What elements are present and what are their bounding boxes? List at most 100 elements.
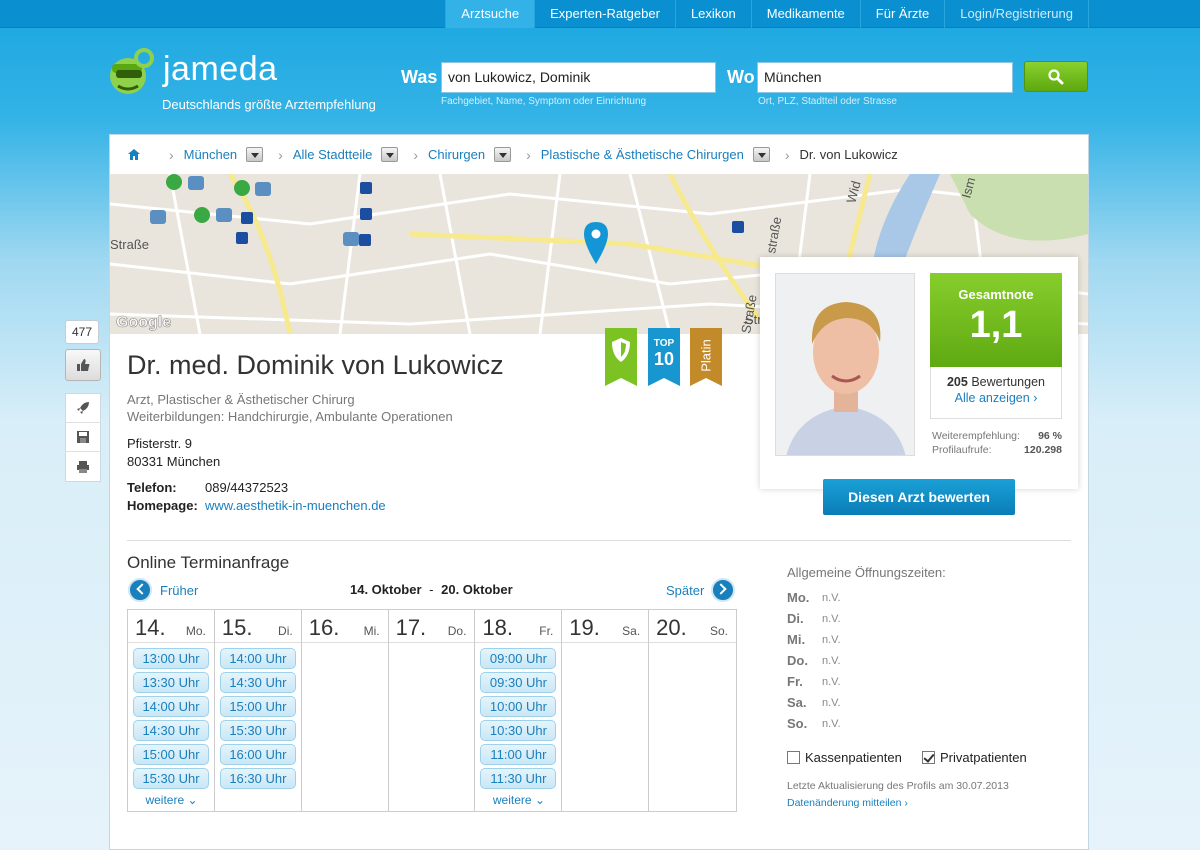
checkbox-box-checked[interactable] — [922, 751, 935, 764]
time-slot-button[interactable]: 13:30 Uhr — [133, 672, 209, 693]
weekday-label: Di. — [787, 611, 804, 626]
recommend-action[interactable] — [66, 394, 100, 423]
review-count: 205 — [946, 375, 968, 389]
print-icon — [77, 460, 89, 473]
nav-medikamente[interactable]: Medikamente — [750, 0, 860, 28]
print-action[interactable] — [66, 452, 100, 481]
dropdown-button[interactable] — [494, 147, 512, 162]
calendar-day-column: 18. Fr. 09:00 Uhr 09:30 Uhr 10:00 Uhr 10:30 U… — [475, 610, 563, 811]
nav-lexikon[interactable]: Lexikon — [674, 0, 751, 28]
report-change-link[interactable]: Datenänderung mitteilen › — [787, 797, 908, 809]
overall-grade: Gesamtnote 1,1 — [930, 273, 1062, 367]
time-slot-button[interactable]: 10:00 Uhr — [480, 696, 557, 717]
time-slot-button[interactable]: 11:00 Uhr — [480, 744, 557, 765]
phone-number[interactable]: 089/44372523 — [205, 480, 288, 495]
opening-hours-row: Fr. n.V. — [787, 674, 841, 689]
time-slot-button[interactable]: 14:30 Uhr — [219, 672, 296, 693]
breadcrumb-stadtteile[interactable]: Alle Stadtteile — [293, 147, 373, 162]
more-slots-link[interactable]: weitere ⌄ — [475, 793, 562, 807]
logo[interactable]: jameda Deutschlands größte Arztempfehlun… — [108, 44, 398, 116]
wo-input[interactable]: München — [757, 62, 1013, 93]
time-slot-button[interactable]: 09:30 Uhr — [480, 672, 557, 693]
time-slot-button[interactable]: 11:30 Uhr — [480, 768, 557, 789]
dropdown-button[interactable] — [381, 147, 399, 162]
more-slots-link[interactable]: weitere ⌄ — [128, 793, 215, 807]
chevron-right-icon: › — [784, 146, 790, 163]
day-number: 16. — [308, 615, 340, 640]
breadcrumb-plastische[interactable]: Plastische & Ästhetische Chirurgen — [541, 147, 744, 162]
rate-doctor-button[interactable]: Diesen Arzt bewerten — [823, 479, 1015, 515]
thumbs-up-icon — [77, 359, 90, 371]
breadcrumb-muenchen[interactable]: München — [184, 147, 237, 162]
opening-hours-row: Do. n.V. — [787, 653, 841, 668]
breadcrumb-chirurgen[interactable]: Chirurgen — [428, 147, 485, 162]
wo-hint: Ort, PLZ, Stadtteil oder Strasse — [758, 96, 897, 107]
doctor-specialty: Arzt, Plastischer & Ästhetischer Chirurg — [127, 392, 355, 407]
was-label: Was — [401, 67, 438, 87]
time-slot-button[interactable]: 14:30 Uhr — [133, 720, 209, 741]
day-number: 19. — [569, 615, 600, 640]
chevron-right-icon: › — [526, 146, 531, 163]
home-icon[interactable] — [128, 149, 140, 160]
next-week-button[interactable] — [711, 578, 735, 602]
homepage-link[interactable]: www.aesthetik-in-muenchen.de — [205, 498, 386, 513]
show-all-reviews-link[interactable]: Alle anzeigen › — [931, 391, 1061, 405]
nav-experten-ratgeber[interactable]: Experten-Ratgeber — [534, 0, 675, 28]
later-link[interactable]: Später — [666, 583, 704, 598]
time-slot-button[interactable]: 15:30 Uhr — [219, 720, 296, 741]
day-weekday: So. — [710, 624, 729, 638]
time-slot-button[interactable]: 09:00 Uhr — [480, 648, 557, 669]
address-street: Pfisterstr. 9 — [127, 436, 193, 451]
nav-login[interactable]: Login/Registrierung — [944, 0, 1089, 28]
day-number: 18. — [482, 615, 514, 640]
time-slot-button[interactable]: 10:30 Uhr — [480, 720, 557, 741]
weekday-label: Sa. — [787, 695, 807, 710]
previous-week-button[interactable] — [128, 578, 152, 602]
time-slot-button[interactable]: 14:00 Uhr — [219, 648, 296, 669]
last-updated: Letzte Aktualisierung des Profils am 30.… — [787, 780, 1009, 792]
more-slots-label: weitere — [145, 793, 185, 807]
time-slot-button[interactable]: 13:00 Uhr — [133, 648, 209, 669]
time-slot-button[interactable]: 16:00 Uhr — [219, 744, 296, 765]
dropdown-button[interactable] — [752, 147, 770, 162]
opening-hours-row: So. n.V. — [787, 716, 841, 731]
address-city: 80331 München — [127, 454, 221, 469]
jameda-logo-icon — [110, 48, 154, 94]
was-input[interactable]: von Lukowicz, Dominik — [441, 62, 716, 93]
calendar-day-column: 17. Do. — [388, 610, 476, 811]
top10-badge[interactable]: TOP 10 — [648, 328, 680, 388]
time-slot-button[interactable]: 15:00 Uhr — [133, 744, 209, 765]
day-number: 15. — [221, 615, 253, 640]
nav-arztsuche[interactable]: Arztsuche — [445, 0, 535, 28]
time-slot-button[interactable]: 16:30 Uhr — [219, 768, 296, 789]
nav-fuer-aerzte[interactable]: Für Ärzte — [859, 0, 944, 28]
hours-value: n.V. — [822, 634, 841, 646]
hours-value: n.V. — [822, 676, 841, 688]
kassen-label: Kassenpatienten — [805, 750, 902, 765]
chevron-right-icon: › — [169, 146, 174, 163]
time-slot-button[interactable]: 14:00 Uhr — [133, 696, 209, 717]
range-separator: - — [429, 582, 434, 597]
time-slot-button[interactable]: 15:00 Uhr — [219, 696, 296, 717]
save-action[interactable] — [66, 423, 100, 452]
date-range: 14. Oktober - 20. Oktober — [350, 582, 513, 597]
calendar-day-column: 14. Mo. 13:00 Uhr 13:30 Uhr 14:00 Uhr 14:30 U… — [128, 610, 215, 811]
chevron-down-icon: ⌄ — [184, 793, 198, 807]
search-button[interactable] — [1024, 61, 1088, 92]
doctor-name: Dr. med. Dominik von Lukowicz — [127, 350, 504, 380]
calendar-day-header: 15. Di. — [214, 610, 301, 643]
kassen-checkbox[interactable]: Kassenpatienten — [787, 750, 902, 765]
profile-card: › München › Alle Stadtteile › Chirurgen › Pl… — [109, 134, 1089, 850]
calendar-day-header: 17. Do. — [388, 610, 475, 643]
dropdown-button[interactable] — [246, 147, 264, 162]
like-button[interactable] — [65, 349, 101, 381]
show-all-label: Alle anzeigen — [954, 391, 1030, 405]
checkbox-box[interactable] — [787, 751, 800, 764]
privat-checkbox[interactable]: Privatpatienten — [922, 750, 1027, 765]
earlier-link[interactable]: Früher — [160, 583, 198, 598]
platin-badge[interactable]: Platin — [690, 328, 722, 388]
platin-label: Platin — [698, 339, 714, 372]
shield-badge-icon[interactable] — [605, 328, 637, 388]
time-slot-button[interactable]: 15:30 Uhr — [133, 768, 209, 789]
calendar-day-header: 19. Sa. — [562, 610, 649, 643]
